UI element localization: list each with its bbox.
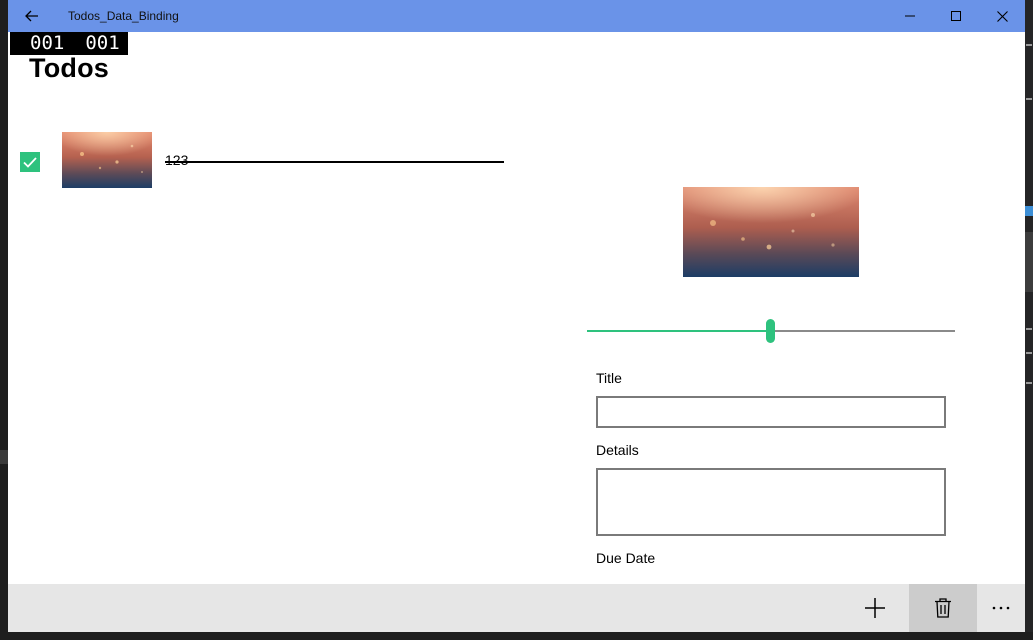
delete-button[interactable] xyxy=(909,584,977,632)
title-input[interactable] xyxy=(596,396,946,428)
app-window: Todos_Data_Binding 001 001 Todos 123 Tit… xyxy=(8,0,1025,632)
back-arrow-icon xyxy=(25,10,38,22)
maximize-icon xyxy=(951,11,961,21)
add-button[interactable] xyxy=(841,584,909,632)
desktop-background-right xyxy=(1025,0,1033,640)
close-icon xyxy=(996,10,1008,22)
back-button[interactable] xyxy=(8,0,56,32)
more-icon xyxy=(992,606,1010,610)
window-title: Todos_Data_Binding xyxy=(68,9,179,23)
image-size-slider[interactable] xyxy=(587,318,955,344)
todo-thumbnail-image[interactable] xyxy=(62,132,152,188)
desktop-background-left xyxy=(0,0,8,640)
desktop-background-bottom xyxy=(0,632,1033,640)
command-bar xyxy=(8,584,1025,632)
frame-counter-right: 001 xyxy=(85,32,120,54)
todo-strikethrough-line xyxy=(165,161,504,163)
page-title: Todos xyxy=(29,53,109,83)
slider-thumb[interactable] xyxy=(766,319,775,343)
minimize-icon xyxy=(905,15,915,17)
details-label: Details xyxy=(596,442,639,458)
title-label: Title xyxy=(596,370,622,386)
due-date-label: Due Date xyxy=(596,550,656,566)
checkmark-icon xyxy=(23,156,37,168)
frame-rate-counter: 001 001 xyxy=(10,32,128,55)
slider-track-remaining xyxy=(770,330,955,332)
more-button[interactable] xyxy=(977,584,1025,632)
frame-counter-left: 001 xyxy=(30,32,65,54)
delete-icon xyxy=(935,598,951,618)
add-icon xyxy=(865,598,885,618)
todo-complete-checkbox[interactable] xyxy=(20,152,40,172)
title-bar: Todos_Data_Binding xyxy=(8,0,1025,32)
close-button[interactable] xyxy=(979,0,1025,32)
slider-track-filled xyxy=(587,330,770,332)
todo-title-text: 123 xyxy=(165,152,189,168)
details-input[interactable] xyxy=(596,468,946,536)
detail-image[interactable] xyxy=(683,187,859,277)
minimize-button[interactable] xyxy=(887,0,933,32)
maximize-button[interactable] xyxy=(933,0,979,32)
